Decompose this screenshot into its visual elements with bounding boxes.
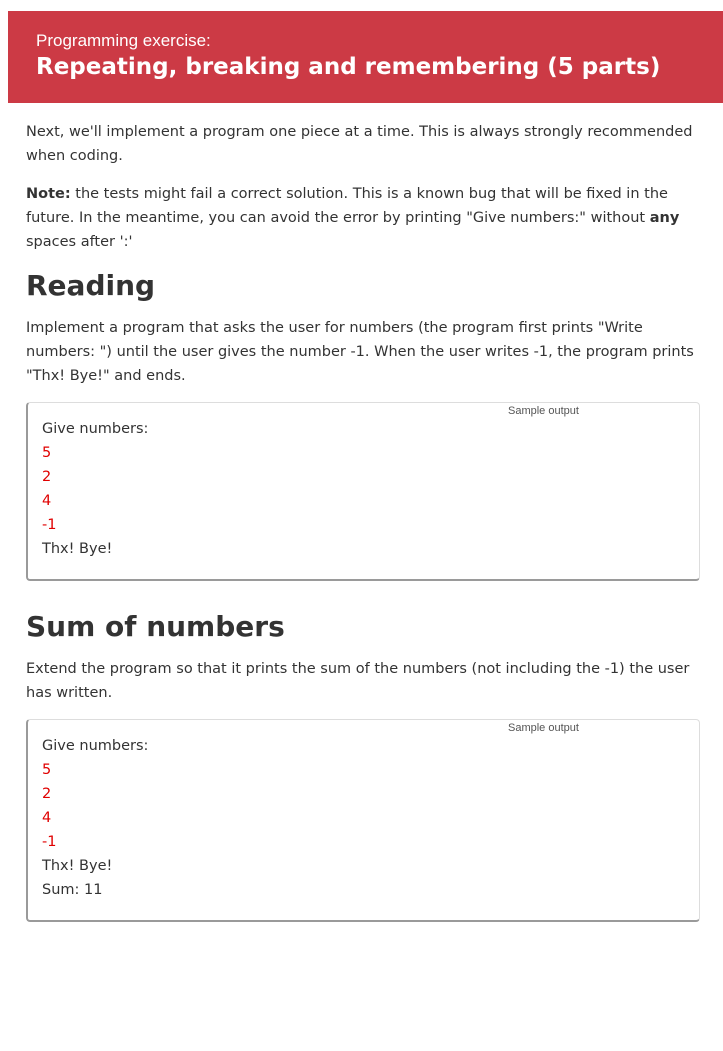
sample-output-label: Sample output: [508, 722, 579, 734]
program-output-line: Thx! Bye!: [42, 541, 113, 557]
note-text-before: the tests might fail a correct solution.…: [26, 186, 668, 226]
exercise-banner: Programming exercise: Repeating, breakin…: [8, 11, 723, 103]
sample-output-lines: Give numbers: 5 2 4 -1 Thx! Bye!: [42, 417, 699, 561]
user-input-line: -1: [42, 517, 57, 533]
exercise-content: Next, we'll implement a program one piec…: [26, 120, 706, 950]
sample-output-box-reading: Sample output Give numbers: 5 2 4 -1 Thx! Bye…: [26, 402, 700, 581]
user-input-line: 2: [42, 469, 52, 485]
exercise-title: Repeating, breaking and remembering (5 p…: [36, 54, 661, 80]
note-paragraph: Note: the tests might fail a correct sol…: [26, 182, 706, 254]
sample-output-label: Sample output: [508, 405, 579, 417]
section-heading-sum: Sum of numbers: [26, 610, 285, 643]
user-input-line: 5: [42, 762, 52, 778]
section-heading-reading: Reading: [26, 269, 156, 302]
program-output-line: Sum: 11: [42, 882, 103, 898]
program-output-line: Give numbers:: [42, 738, 149, 754]
section-description-reading: Implement a program that asks the user f…: [26, 320, 694, 384]
exercise-type-label: Programming exercise:: [36, 31, 211, 50]
intro-paragraph: Next, we'll implement a program one piec…: [26, 124, 693, 164]
sample-output-lines: Give numbers: 5 2 4 -1 Thx! Bye! Sum: 11: [42, 734, 699, 902]
user-input-line: 5: [42, 445, 52, 461]
note-label: Note:: [26, 186, 71, 202]
program-output-line: Give numbers:: [42, 421, 149, 437]
program-output-line: Thx! Bye!: [42, 858, 113, 874]
user-input-line: -1: [42, 834, 57, 850]
user-input-line: 4: [42, 810, 52, 826]
user-input-line: 2: [42, 786, 52, 802]
section-description-sum: Extend the program so that it prints the…: [26, 661, 690, 701]
note-emphasis: any: [649, 210, 680, 226]
sample-output-box-sum: Sample output Give numbers: 5 2 4 -1 Thx! Bye…: [26, 719, 700, 922]
user-input-line: 4: [42, 493, 52, 509]
note-text-after: spaces after ':': [26, 234, 133, 250]
